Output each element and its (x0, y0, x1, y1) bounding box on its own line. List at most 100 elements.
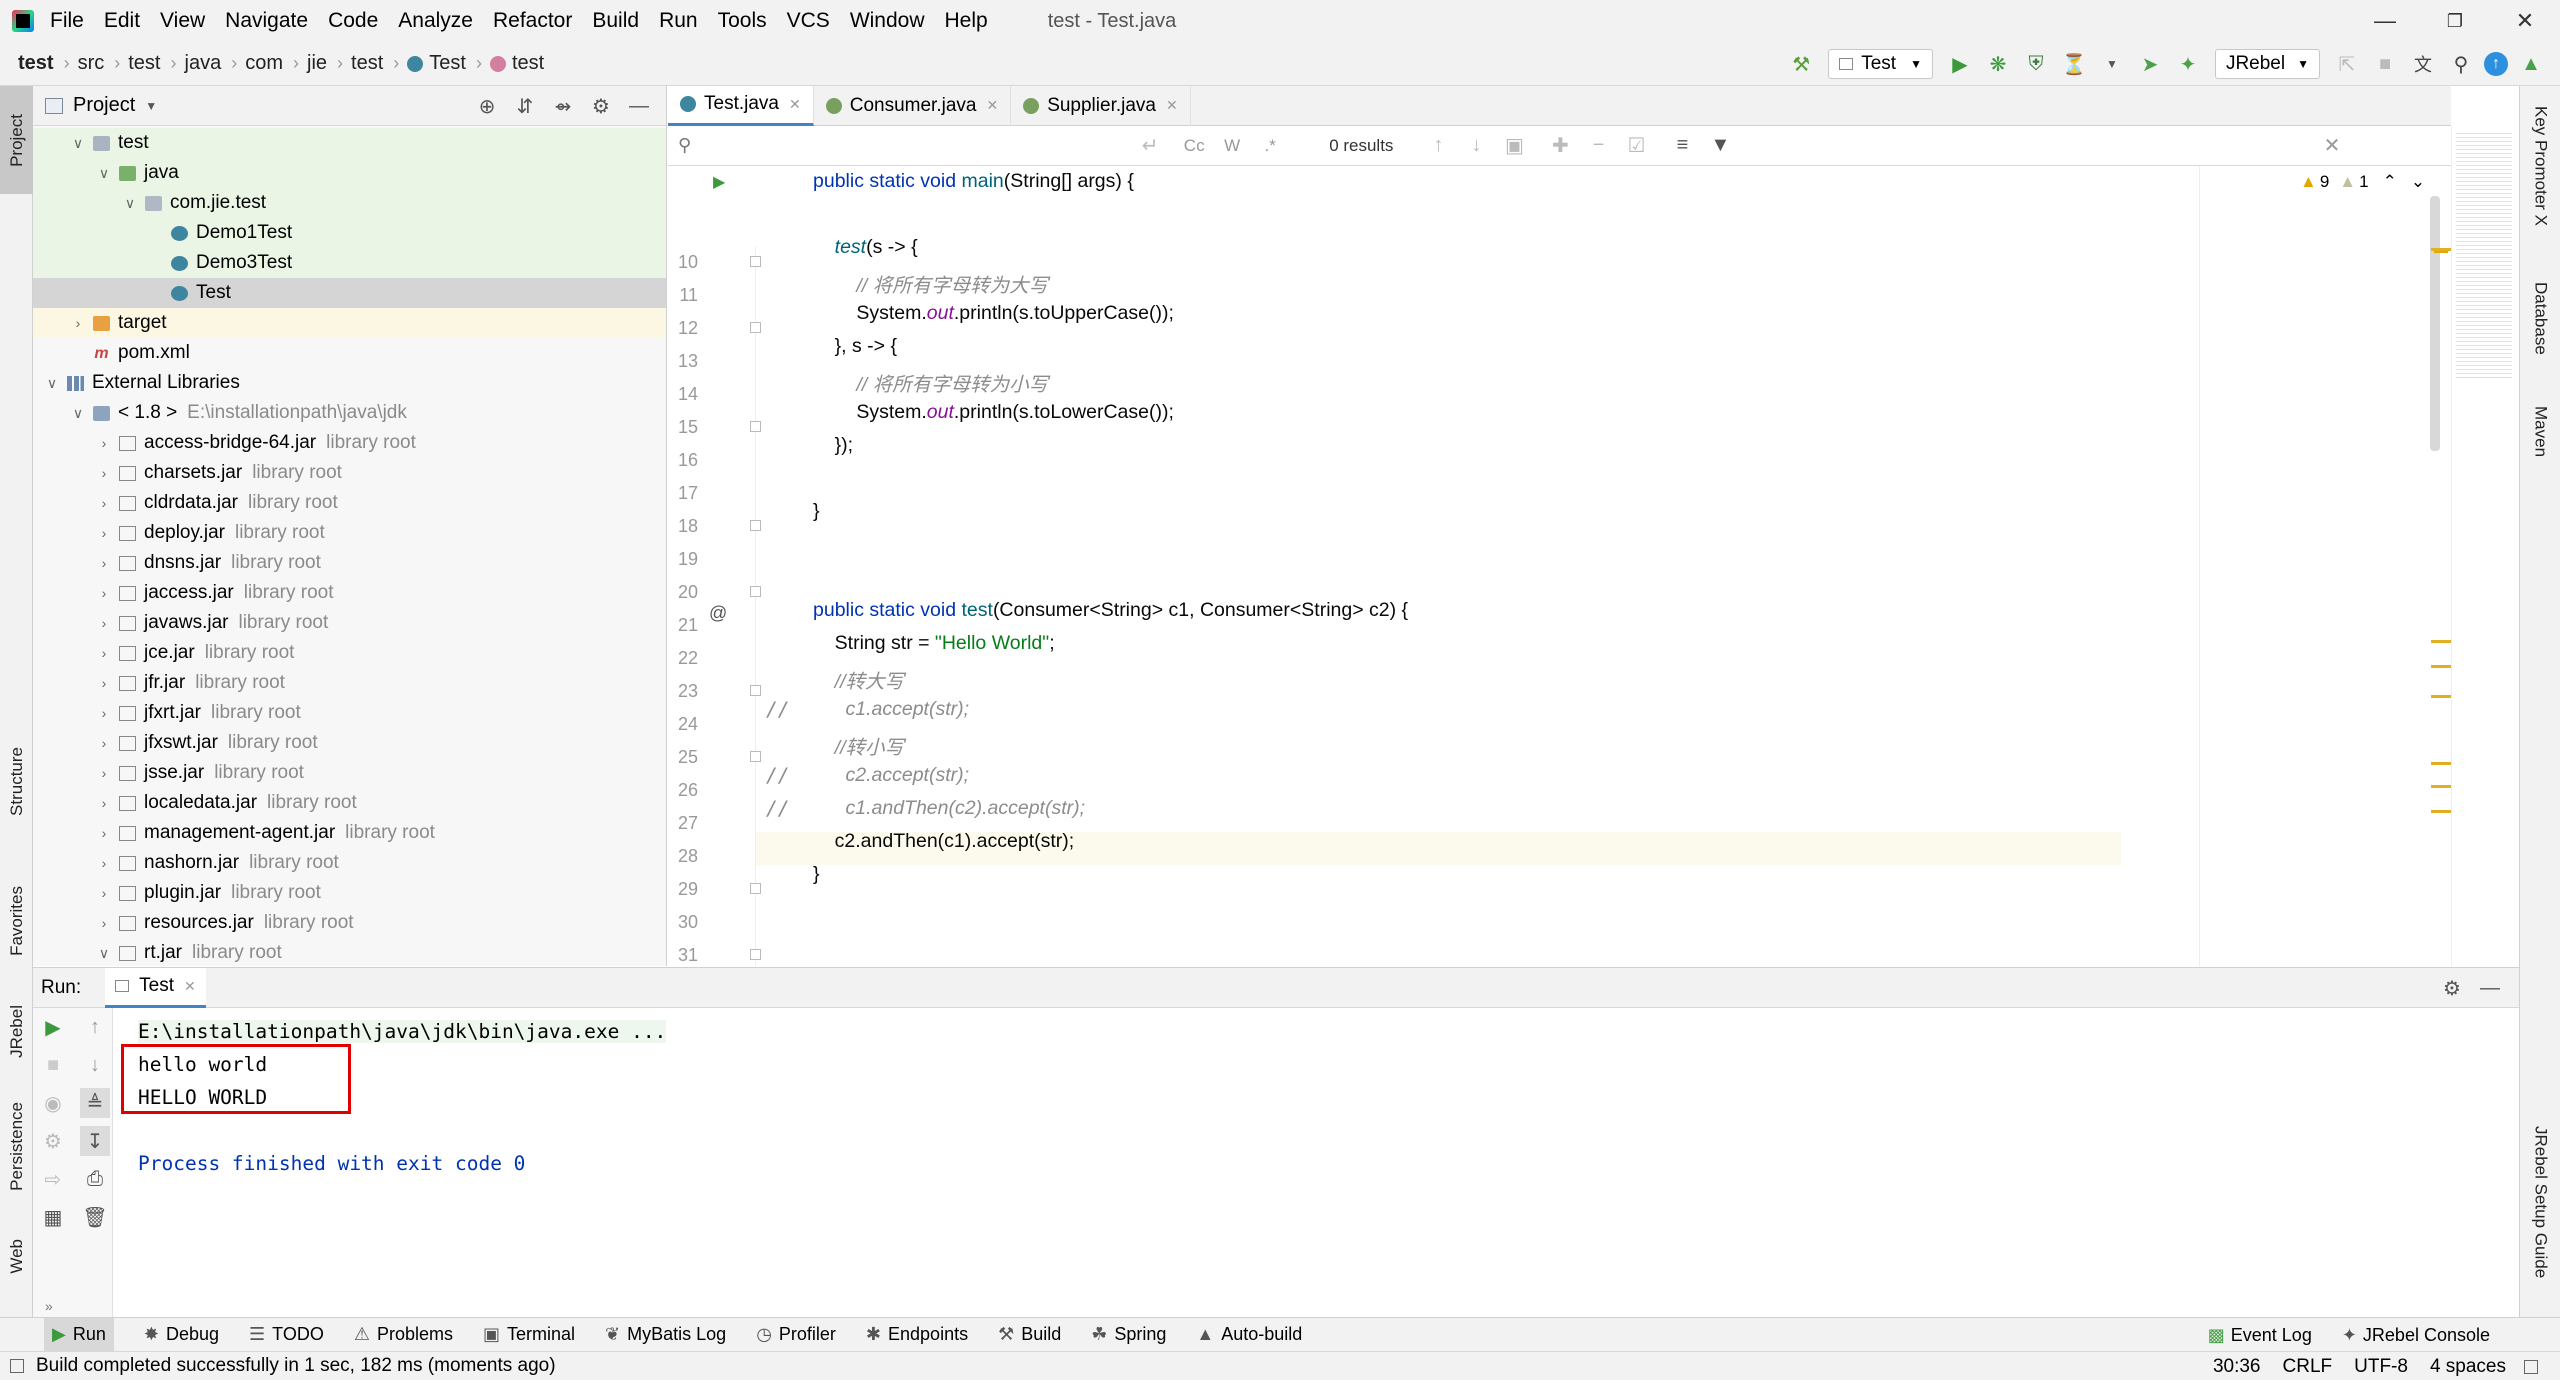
filter-options-icon[interactable]: ≡ (1667, 131, 1697, 161)
tab-favorites[interactable]: Favorites (0, 866, 33, 976)
jrebel-debug-icon[interactable]: ✦ (2173, 49, 2203, 79)
chevron-down-icon[interactable]: ∨ (93, 945, 115, 962)
tree-node[interactable]: › dnsns.jar library root (33, 548, 666, 578)
tree-node[interactable]: m pom.xml (33, 338, 666, 368)
close-icon[interactable]: ✕ (184, 978, 196, 995)
fold-marker-icon[interactable] (750, 322, 761, 333)
chevron-down-icon[interactable]: ∨ (67, 135, 89, 152)
soft-wrap-icon[interactable]: ≜ (80, 1088, 110, 1118)
close-icon[interactable]: ✕ (789, 96, 801, 113)
gear-icon[interactable]: ⚙ (2437, 973, 2467, 1003)
lock-icon[interactable] (2524, 1359, 2538, 1374)
tab-jrebel-setup[interactable]: JRebel Setup Guide (2520, 1126, 2560, 1278)
chevron-right-icon[interactable]: › (93, 735, 115, 751)
code-area[interactable]: 10 11 12 13 14 15 16 17 18 19 20 21 22 23 24 25 26 27 28 29… (668, 166, 2451, 966)
menu-view[interactable]: View (160, 9, 205, 33)
camera-icon[interactable]: ◉ (38, 1088, 68, 1118)
fold-marker-icon[interactable] (750, 949, 761, 960)
inspection-widget[interactable]: ▲ 9 ▲ 1 ⌃ ⌄ (2300, 172, 2425, 192)
tree-node[interactable]: Demo1Test (33, 218, 666, 248)
gear-icon[interactable]: ⚙ (586, 91, 616, 121)
chevron-right-icon[interactable]: › (93, 465, 115, 481)
fold-marker-icon[interactable] (750, 256, 761, 267)
editor-tab[interactable]: Consumer.java ✕ (814, 85, 1012, 126)
maximize-icon[interactable]: ❐ (2420, 0, 2490, 42)
chevron-right-icon[interactable]: › (93, 585, 115, 601)
regex-toggle[interactable]: .* (1255, 131, 1285, 161)
chevron-right-icon[interactable]: › (93, 795, 115, 811)
event-log-button[interactable]: ▩ Event Log (2208, 1325, 2312, 1346)
tree-node[interactable]: ∨ External Libraries (33, 368, 666, 398)
restore-layout-icon[interactable]: ⇨ (38, 1164, 68, 1194)
find-input[interactable] (691, 129, 1131, 163)
settings-icon[interactable]: ⚙ (38, 1126, 68, 1156)
plugin-icon[interactable]: ▲ (2516, 49, 2546, 79)
project-title[interactable]: Project (73, 94, 135, 117)
more-icon[interactable]: » (45, 1298, 53, 1314)
words-toggle[interactable]: W (1217, 131, 1247, 161)
chevron-down-icon[interactable]: ∨ (41, 375, 63, 392)
breadcrumb-item[interactable]: test (351, 52, 383, 75)
tab-project[interactable]: Project (0, 86, 33, 194)
menu-analyze[interactable]: Analyze (398, 9, 473, 33)
tree-node[interactable]: › localedata.jar library root (33, 788, 666, 818)
chevron-right-icon[interactable]: › (93, 555, 115, 571)
status-toggle-icon[interactable] (10, 1359, 24, 1373)
breadcrumb-item[interactable]: test (18, 52, 54, 75)
build-hammer-icon[interactable]: ⚒ (1786, 49, 1816, 79)
run-tab-test[interactable]: Test ✕ (105, 967, 206, 1008)
chevron-right-icon[interactable]: › (93, 855, 115, 871)
chevron-up-icon[interactable]: ⌃ (2383, 172, 2397, 192)
tool-endpoints[interactable]: ✱ Endpoints (866, 1324, 968, 1345)
tool-terminal[interactable]: ▣ Terminal (483, 1324, 575, 1345)
chevron-right-icon[interactable]: › (93, 495, 115, 511)
tree-node[interactable]: › jfr.jar library root (33, 668, 666, 698)
locate-icon[interactable]: ⊕ (472, 91, 502, 121)
trash-icon[interactable]: 🗑 (80, 1202, 110, 1232)
tool-mybatis-log[interactable]: ❦ MyBatis Log (605, 1324, 726, 1345)
breadcrumb-item[interactable]: com (245, 52, 283, 75)
chevron-down-icon[interactable]: ∨ (67, 405, 89, 422)
menu-help[interactable]: Help (945, 9, 988, 33)
close-icon[interactable]: ✕ (2490, 0, 2560, 42)
scrollbar-thumb[interactable] (2430, 196, 2440, 451)
tree-node[interactable]: › jce.jar library root (33, 638, 666, 668)
chevron-right-icon[interactable]: › (67, 315, 89, 331)
tree-node[interactable]: › deploy.jar library root (33, 518, 666, 548)
translate-icon[interactable]: 文 (2408, 49, 2438, 79)
tree-node[interactable]: ∨ com.jie.test (33, 188, 666, 218)
tree-node[interactable]: › jaccess.jar library root (33, 578, 666, 608)
stop-icon[interactable]: ■ (2370, 49, 2400, 79)
rerun-icon[interactable]: ▶ (38, 1012, 68, 1042)
minimize-icon[interactable]: — (2350, 0, 2420, 42)
tree-node[interactable]: › cldrdata.jar library root (33, 488, 666, 518)
chevron-down-icon[interactable]: ∨ (119, 195, 141, 212)
tool-auto-build[interactable]: ▲ Auto-build (1196, 1324, 1302, 1345)
tab-database[interactable]: Database (2520, 282, 2560, 355)
jrebel-run-icon[interactable]: ➤ (2135, 49, 2165, 79)
fold-marker-icon[interactable] (750, 520, 761, 531)
tree-node[interactable]: › jfxrt.jar library root (33, 698, 666, 728)
menu-file[interactable]: File (50, 9, 84, 33)
annotation-icon[interactable]: @ (709, 603, 727, 624)
chevron-right-icon[interactable]: › (93, 435, 115, 451)
line-separator[interactable]: CRLF (2283, 1356, 2333, 1378)
tree-node[interactable]: › target (33, 308, 666, 338)
tab-maven[interactable]: Maven (2520, 406, 2560, 457)
chevron-right-icon[interactable]: › (93, 705, 115, 721)
close-find-icon[interactable]: ✕ (2317, 131, 2347, 161)
close-icon[interactable]: ✕ (1166, 97, 1178, 114)
breadcrumb-item[interactable]: jie (307, 52, 327, 75)
filter-icon[interactable]: ▼ (1705, 131, 1735, 161)
profile-icon[interactable]: ⏳ (2059, 49, 2089, 79)
prev-occurrence-icon[interactable]: ↑ (1423, 131, 1453, 161)
down-icon[interactable]: ↓ (80, 1050, 110, 1080)
breadcrumb-item[interactable]: test (128, 52, 160, 75)
run-icon[interactable]: ▶ (1945, 49, 1975, 79)
editor-tab[interactable]: Supplier.java ✕ (1011, 85, 1191, 126)
coverage-icon[interactable]: ⛨ (2021, 49, 2051, 79)
tab-structure[interactable]: Structure (0, 726, 33, 836)
tree-node[interactable]: › management-agent.jar library root (33, 818, 666, 848)
next-occurrence-icon[interactable]: ↓ (1461, 131, 1491, 161)
tab-key-promoter[interactable]: Key Promoter X (2520, 106, 2560, 226)
